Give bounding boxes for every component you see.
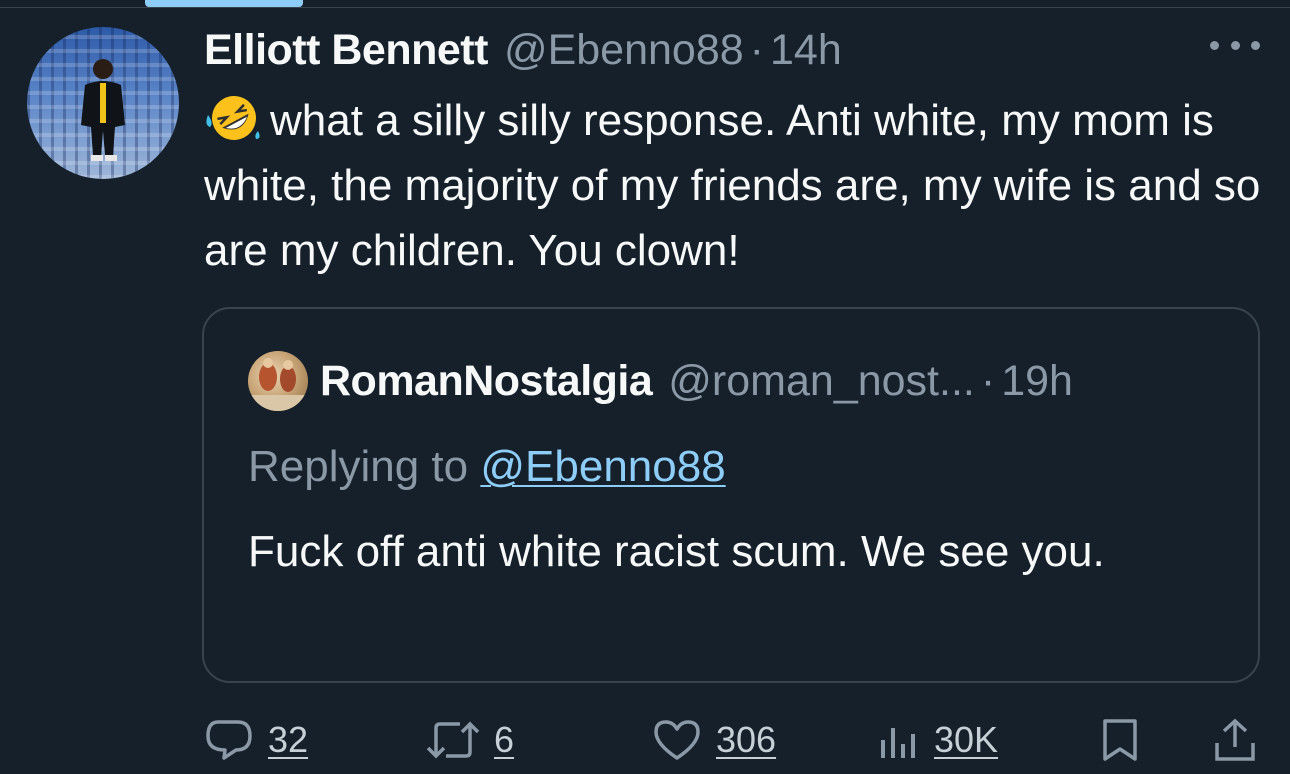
header-separator: · bbox=[749, 26, 764, 74]
like-count: 306 bbox=[716, 719, 777, 760]
reply-icon bbox=[206, 720, 252, 760]
tweet-header: Elliott Bennett @Ebenno88 · 14h bbox=[204, 22, 842, 78]
more-dot bbox=[1251, 40, 1260, 50]
reply-button[interactable]: 32 bbox=[204, 712, 308, 768]
share-icon bbox=[1215, 718, 1255, 761]
tweet-time[interactable]: 14h bbox=[770, 22, 842, 78]
quoted-time: 19h bbox=[1001, 356, 1073, 405]
rolling-laughing-emoji-icon bbox=[206, 95, 260, 140]
quoted-tweet-text: Fuck off anti white racist scum. We see … bbox=[248, 527, 1105, 576]
quoted-author-handle: @roman_nost... bbox=[668, 356, 975, 405]
bookmark-button[interactable] bbox=[1100, 712, 1140, 768]
replying-to-handle-link[interactable]: @Ebenno88 bbox=[480, 442, 725, 491]
view-count: 30K bbox=[934, 719, 999, 760]
like-button[interactable]: 306 bbox=[652, 712, 776, 768]
reply-count: 32 bbox=[268, 719, 309, 760]
share-button[interactable] bbox=[1212, 712, 1258, 768]
quoted-header-separator: · bbox=[980, 356, 996, 405]
author-name[interactable]: Elliott Bennett bbox=[204, 22, 488, 78]
repost-count: 6 bbox=[494, 719, 515, 760]
replying-to-line: Replying to @Ebenno88 bbox=[248, 437, 726, 497]
author-handle[interactable]: @Ebenno88 bbox=[504, 22, 744, 78]
quoted-tweet[interactable]: RomanNostalgia @roman_nost... · 19h Repl… bbox=[202, 307, 1260, 683]
author-avatar[interactable] bbox=[27, 27, 179, 179]
top-divider bbox=[0, 7, 1290, 8]
heart-icon bbox=[654, 720, 700, 760]
quoted-author-name: RomanNostalgia bbox=[320, 356, 653, 405]
quoted-avatar-painting bbox=[248, 358, 308, 411]
more-dot bbox=[1210, 40, 1219, 50]
bookmark-icon bbox=[1103, 719, 1137, 761]
replying-to-prefix: Replying to bbox=[248, 442, 481, 491]
more-options-icon[interactable] bbox=[1210, 30, 1260, 60]
tab-indicator bbox=[145, 0, 303, 7]
repost-button[interactable]: 6 bbox=[426, 712, 514, 768]
avatar-person bbox=[81, 59, 125, 161]
views-analytics-icon bbox=[881, 728, 915, 758]
more-dot bbox=[1230, 40, 1240, 50]
quoted-header: RomanNostalgia @roman_nost... · 19h bbox=[320, 353, 1073, 409]
action-bar: 32 6 306 30K bbox=[204, 712, 1264, 768]
repost-icon bbox=[426, 721, 480, 759]
tweet-text: what a silly silly response. Anti white,… bbox=[204, 88, 1264, 283]
tweet-text-body: what a silly silly response. Anti white,… bbox=[204, 96, 1261, 275]
views-button[interactable]: 30K bbox=[876, 712, 998, 768]
quoted-author-avatar bbox=[248, 351, 308, 411]
